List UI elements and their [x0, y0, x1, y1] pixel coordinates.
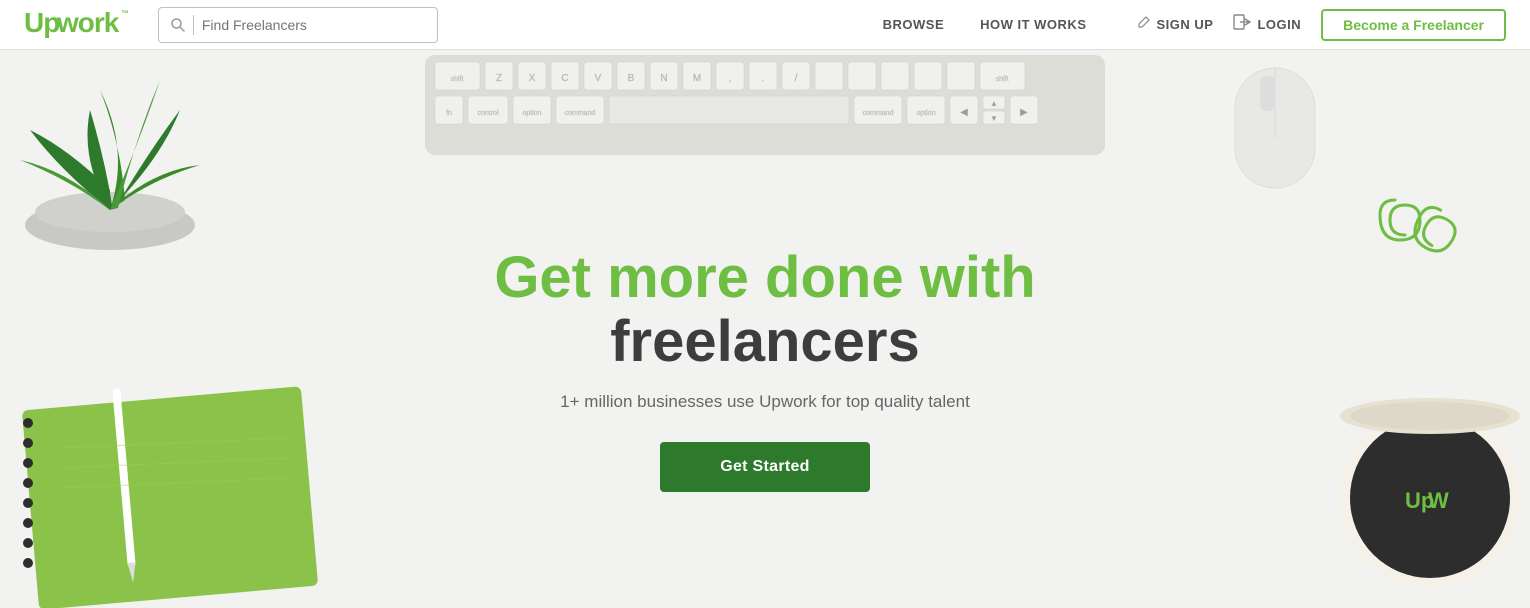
- login-link[interactable]: LOGIN: [1233, 14, 1301, 35]
- svg-text:option: option: [522, 110, 541, 117]
- svg-text:B: B: [628, 73, 635, 84]
- coffee-decoration: Up W: [1330, 398, 1530, 608]
- nav-how-it-works[interactable]: HOW IT WORKS: [980, 17, 1086, 32]
- hero-title-line1: Get more done with: [494, 246, 1035, 310]
- mouse-decoration: [1220, 58, 1330, 208]
- signup-link[interactable]: SIGN UP: [1135, 14, 1214, 35]
- get-started-button[interactable]: Get Started: [660, 442, 870, 492]
- svg-text:command: command: [863, 110, 894, 117]
- svg-text:,: ,: [729, 73, 732, 84]
- login-icon: [1233, 14, 1251, 35]
- svg-text:/: /: [795, 73, 798, 84]
- svg-text:▲: ▲: [990, 99, 998, 108]
- paperclips-decoration: [1375, 190, 1465, 280]
- svg-text:N: N: [660, 73, 667, 84]
- hero-content: Get more done with freelancers 1+ millio…: [494, 246, 1035, 492]
- hero-subtitle: 1+ million businesses use Upwork for top…: [494, 392, 1035, 412]
- plant-decoration: [0, 50, 240, 250]
- nav-actions: SIGN UP LOGIN Become a Freelancer: [1135, 9, 1507, 41]
- svg-text:work: work: [56, 7, 120, 38]
- hero-title-line2: freelancers: [494, 310, 1035, 374]
- logo-text: Up work ™: [24, 6, 134, 43]
- svg-text:C: C: [561, 73, 568, 84]
- svg-text:▶: ▶: [1020, 107, 1028, 118]
- search-input[interactable]: [202, 17, 425, 33]
- header: Up work ™ BROWSE HOW IT WORKS SIGN UP: [0, 0, 1530, 50]
- search-divider: [193, 15, 194, 35]
- svg-text:shift: shift: [451, 76, 464, 83]
- svg-text:.: .: [762, 73, 765, 84]
- svg-text:fn: fn: [446, 110, 452, 117]
- keyboard-decoration: shift Z X C V B N M ,: [415, 50, 1115, 160]
- svg-text:command: command: [565, 110, 596, 117]
- search-icon: [171, 18, 185, 32]
- signup-icon: [1135, 14, 1151, 35]
- svg-text:M: M: [693, 73, 701, 84]
- svg-text:Z: Z: [496, 73, 502, 84]
- search-bar[interactable]: [158, 7, 438, 43]
- become-freelancer-button[interactable]: Become a Freelancer: [1321, 9, 1506, 41]
- notebook-decoration: [0, 378, 340, 608]
- svg-text:◀: ◀: [960, 107, 968, 118]
- svg-text:X: X: [529, 73, 536, 84]
- hero-section: shift Z X C V B N M ,: [0, 0, 1530, 608]
- logo[interactable]: Up work ™: [24, 6, 134, 43]
- svg-text:shift: shift: [996, 76, 1009, 83]
- svg-text:V: V: [595, 73, 602, 84]
- svg-text:option: option: [916, 110, 935, 117]
- login-label: LOGIN: [1257, 17, 1301, 32]
- upwork-logo-svg: Up work ™: [24, 6, 134, 38]
- svg-text:▼: ▼: [990, 114, 998, 123]
- svg-text:W: W: [1428, 488, 1449, 513]
- svg-text:™: ™: [121, 9, 128, 18]
- nav-links: BROWSE HOW IT WORKS: [883, 17, 1087, 32]
- nav-browse[interactable]: BROWSE: [883, 17, 945, 32]
- svg-text:Up: Up: [24, 7, 59, 38]
- signup-label: SIGN UP: [1157, 17, 1214, 32]
- svg-text:control: control: [477, 110, 498, 117]
